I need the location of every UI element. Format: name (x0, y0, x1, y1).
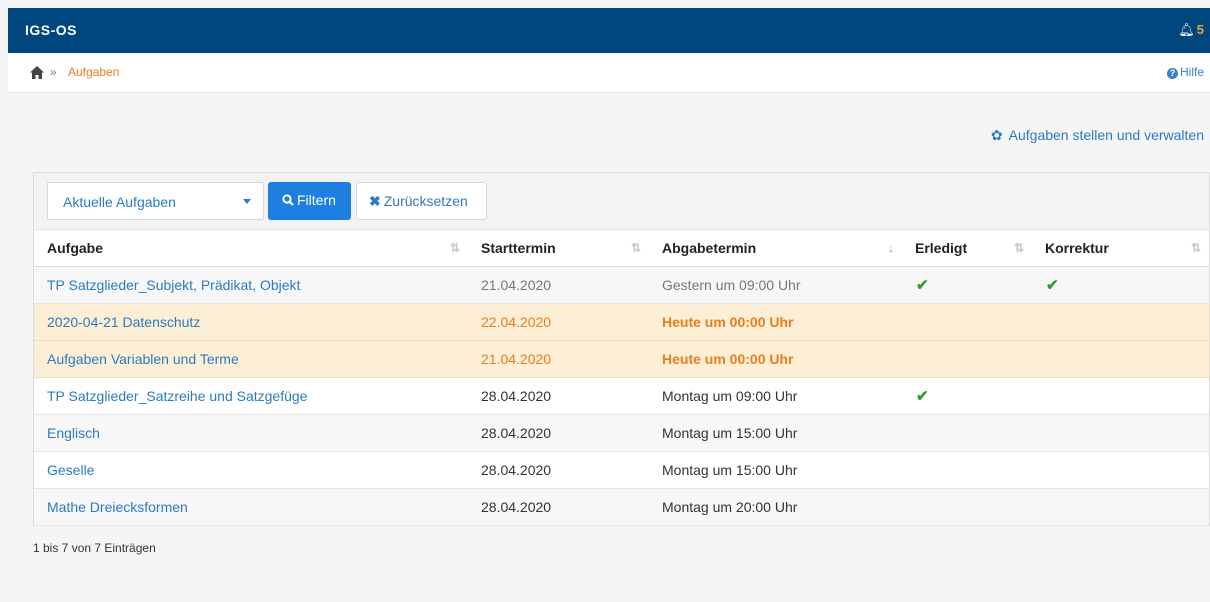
tasks-table: Aufgabe ⇅ Starttermin ⇅ Abgabetermin ↓ Erle… (34, 230, 1209, 526)
task-filter-value: Aktuelle Aufgaben (63, 194, 176, 210)
check-icon: ✔ (902, 377, 1032, 415)
task-link[interactable]: TP Satzglieder_Satzreihe und Satzgefüge (34, 377, 468, 415)
sort-icon: ⇅ (1190, 241, 1201, 255)
chevron-down-icon (243, 199, 251, 204)
due-date: Montag um 15:00 Uhr (649, 414, 902, 452)
sort-icon: ⇅ (1013, 241, 1024, 255)
help-link[interactable]: ? Hilfe (1166, 65, 1204, 79)
column-header-label: Starttermin (481, 240, 556, 256)
manage-tasks-label: Aufgaben stellen und verwalten (1008, 127, 1204, 143)
reset-label: Zurücksetzen (383, 193, 468, 209)
close-icon: ✖ (369, 193, 381, 209)
column-header-label: Abgabetermin (662, 240, 757, 256)
table-info: 1 bis 7 von 7 Einträgen (33, 541, 156, 555)
table-row: Aufgaben Variablen und Terme 21.04.2020 … (34, 340, 1209, 378)
correction-cell (1032, 451, 1209, 489)
check-icon: ✔ (902, 266, 1032, 304)
task-filter-select[interactable]: Aktuelle Aufgaben (47, 182, 264, 220)
help-label: Hilfe (1179, 65, 1204, 79)
breadcrumb-separator: » (50, 65, 57, 79)
correction-cell (1032, 303, 1209, 341)
start-date: 28.04.2020 (468, 414, 649, 452)
table-row: 2020-04-21 Datenschutz 22.04.2020 Heute … (34, 303, 1209, 341)
notification-count: 5 (1196, 22, 1204, 37)
start-date: 21.04.2020 (468, 340, 649, 378)
table-row: TP Satzglieder_Satzreihe und Satzgefüge … (34, 377, 1209, 415)
start-date: 28.04.2020 (468, 451, 649, 489)
due-date: Gestern um 09:00 Uhr (649, 266, 902, 304)
column-header-done[interactable]: Erledigt ⇅ (902, 230, 1032, 267)
breadcrumb-current[interactable]: Aufgaben (68, 65, 119, 79)
top-navbar: IGS-OS 🔔︎ 5 (8, 8, 1210, 53)
start-date: 28.04.2020 (468, 377, 649, 415)
table-row: Englisch 28.04.2020 Montag um 15:00 Uhr (34, 414, 1209, 452)
column-header-correction[interactable]: Korrektur ⇅ (1032, 230, 1209, 267)
search-icon (282, 194, 294, 206)
table-row: Geselle 28.04.2020 Montag um 15:00 Uhr (34, 451, 1209, 489)
filter-button[interactable]: Filtern (268, 182, 351, 220)
table-row: Mathe Dreiecksformen 28.04.2020 Montag u… (34, 488, 1209, 526)
table-row: TP Satzglieder_Subjekt, Prädikat, Objekt… (34, 266, 1209, 304)
task-link[interactable]: 2020-04-21 Datenschutz (34, 303, 468, 341)
column-header-label: Aufgabe (47, 240, 103, 256)
correction-cell (1032, 377, 1209, 415)
table-header-row: Aufgabe ⇅ Starttermin ⇅ Abgabetermin ↓ Erle… (34, 230, 1209, 267)
task-link[interactable]: Mathe Dreiecksformen (34, 488, 468, 526)
notifications[interactable]: 🔔︎ 5 (1178, 22, 1204, 38)
task-link[interactable]: TP Satzglieder_Subjekt, Prädikat, Objekt (34, 266, 468, 304)
tasks-panel: Aktuelle Aufgaben Filtern ✖ Zurücksetzen … (33, 172, 1210, 526)
correction-cell (1032, 340, 1209, 378)
manage-tasks-link[interactable]: ✿ Aufgaben stellen und verwalten (991, 127, 1204, 144)
due-date: Heute um 00:00 Uhr (649, 303, 902, 341)
start-date: 28.04.2020 (468, 488, 649, 526)
due-date: Heute um 00:00 Uhr (649, 340, 902, 378)
app-brand[interactable]: IGS-OS (25, 22, 77, 38)
done-cell (902, 414, 1032, 452)
done-cell (902, 451, 1032, 489)
start-date: 21.04.2020 (468, 266, 649, 304)
task-link[interactable]: Geselle (34, 451, 468, 489)
filter-toolbar: Aktuelle Aufgaben Filtern ✖ Zurücksetzen (34, 173, 1209, 230)
column-header-due[interactable]: Abgabetermin ↓ (649, 230, 902, 267)
breadcrumb: » Aufgaben ? Hilfe (8, 53, 1210, 93)
column-header-task[interactable]: Aufgabe ⇅ (34, 230, 468, 267)
task-link[interactable]: Englisch (34, 414, 468, 452)
bell-icon: 🔔︎ (1178, 22, 1195, 37)
sort-asc-icon: ↓ (888, 241, 894, 255)
check-icon: ✔ (1032, 266, 1209, 304)
due-date: Montag um 09:00 Uhr (649, 377, 902, 415)
reset-button[interactable]: ✖ Zurücksetzen (356, 182, 487, 220)
due-date: Montag um 20:00 Uhr (649, 488, 902, 526)
sort-icon: ⇅ (449, 241, 460, 255)
correction-cell (1032, 488, 1209, 526)
column-header-label: Korrektur (1045, 240, 1109, 256)
column-header-label: Erledigt (915, 240, 968, 256)
gear-icon: ✿ (990, 127, 1003, 143)
filter-label: Filtern (297, 192, 336, 208)
start-date: 22.04.2020 (468, 303, 649, 341)
sort-icon: ⇅ (630, 241, 641, 255)
done-cell (902, 340, 1032, 378)
task-link[interactable]: Aufgaben Variablen und Terme (34, 340, 468, 378)
done-cell (902, 488, 1032, 526)
due-date: Montag um 15:00 Uhr (649, 451, 902, 489)
correction-cell (1032, 414, 1209, 452)
home-icon[interactable] (30, 66, 44, 79)
help-icon: ? (1166, 68, 1178, 79)
column-header-start[interactable]: Starttermin ⇅ (468, 230, 649, 267)
done-cell (902, 303, 1032, 341)
